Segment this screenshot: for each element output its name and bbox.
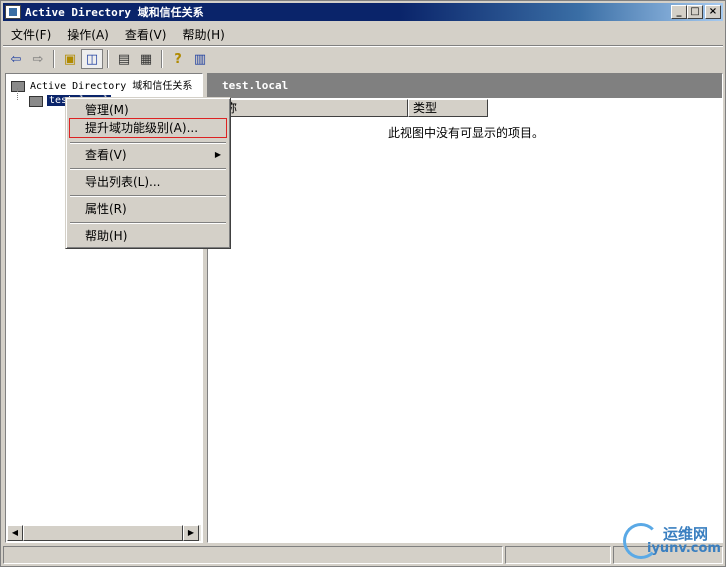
ctx-raise-domain-level[interactable]: 提升域功能级别(A)... [69, 118, 227, 138]
show-hide-tree-icon[interactable]: ◫ [81, 49, 103, 69]
column-headers: 名称 类型 [208, 99, 488, 117]
scroll-left-button[interactable]: ◀ [7, 525, 23, 541]
menu-file[interactable]: 文件(F) [3, 26, 59, 43]
window-title: Active Directory 域和信任关系 [25, 6, 204, 19]
scroll-right-button[interactable]: ▶ [183, 525, 199, 541]
menu-view[interactable]: 查看(V) [117, 26, 175, 43]
mmc-window: Active Directory 域和信任关系 _ □ × 文件(F) 操作(A… [0, 0, 726, 567]
ctx-manage[interactable]: 管理(M) [69, 100, 227, 120]
ctx-view[interactable]: 查看(V) ▶ [69, 145, 227, 165]
toolbar-separator [161, 50, 163, 68]
ctx-properties[interactable]: 属性(R) [69, 199, 227, 219]
minimize-button[interactable]: _ [671, 5, 687, 19]
toolbar-separator [53, 50, 55, 68]
domain-icon [28, 93, 44, 107]
ad-domains-icon [10, 78, 26, 92]
ctx-separator [70, 168, 226, 170]
up-folder-icon[interactable]: ▣ [59, 49, 81, 69]
context-menu: 管理(M) 提升域功能级别(A)... 查看(V) ▶ 导出列表(L)... 属… [65, 97, 231, 249]
ctx-help[interactable]: 帮助(H) [69, 226, 227, 246]
scroll-thumb[interactable] [23, 525, 183, 541]
close-button[interactable]: × [705, 5, 721, 19]
app-icon [5, 5, 21, 19]
tree-root-label: Active Directory 域和信任关系 [30, 81, 193, 92]
back-arrow-icon[interactable]: ⇦ [5, 49, 27, 69]
details-header: test.local [208, 74, 722, 98]
ctx-separator [70, 142, 226, 144]
status-cell-main [3, 546, 503, 564]
column-type-header[interactable]: 类型 [408, 99, 488, 117]
menu-action[interactable]: 操作(A) [59, 26, 117, 43]
export-list-icon[interactable]: ▦ [135, 49, 157, 69]
submenu-arrow-icon: ▶ [214, 150, 221, 159]
status-bar [3, 546, 723, 564]
ctx-separator [70, 195, 226, 197]
properties-icon[interactable]: ▤ [113, 49, 135, 69]
tree-root-node[interactable]: Active Directory 域和信任关系 [10, 77, 192, 92]
column-name-header[interactable]: 名称 [208, 99, 408, 117]
title-bar[interactable]: Active Directory 域和信任关系 _ □ × [3, 3, 723, 21]
empty-view-message: 此视图中没有可显示的项目。 [388, 126, 545, 140]
status-cell-2 [505, 546, 611, 564]
horizontal-scrollbar[interactable]: ◀ ▶ [7, 525, 201, 541]
details-pane[interactable]: test.local 名称 类型 此视图中没有可显示的项目。 [207, 73, 723, 543]
details-header-label: test.local [222, 79, 289, 92]
watermark-line2: iyunv.com [647, 541, 721, 556]
forward-arrow-icon[interactable]: ⇨ [27, 49, 49, 69]
ctx-view-label: 查看(V) [85, 148, 127, 162]
toolbar-separator [107, 50, 109, 68]
ctx-separator [70, 222, 226, 224]
watermark-logo: 运维网 iyunv.com [623, 519, 725, 563]
menu-bar: 文件(F) 操作(A) 查看(V) 帮助(H) [3, 23, 723, 45]
help-icon[interactable]: ? [167, 49, 189, 69]
tree-connector [17, 88, 18, 100]
maximize-button[interactable]: □ [687, 5, 703, 19]
menu-help[interactable]: 帮助(H) [174, 26, 232, 43]
console-icon[interactable]: ▥ [189, 49, 211, 69]
ctx-export-list[interactable]: 导出列表(L)... [69, 172, 227, 192]
toolbar: ⇦ ⇨ ▣ ◫ ▤ ▦ ? ▥ [5, 47, 211, 71]
